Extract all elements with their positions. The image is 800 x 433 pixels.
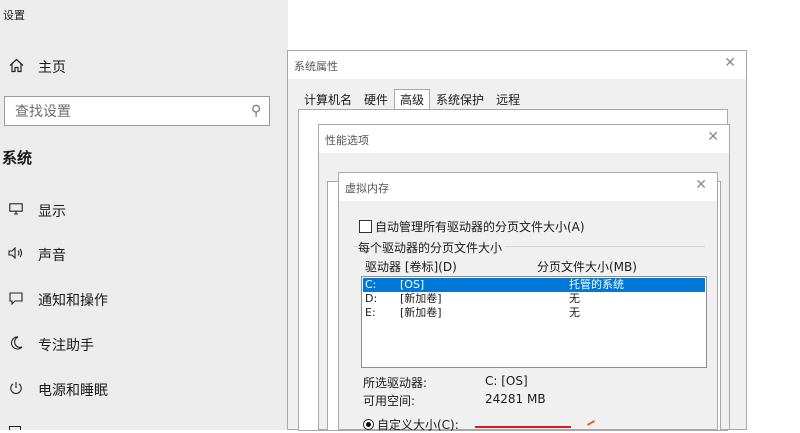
- drive-page-size: 无: [569, 292, 580, 305]
- system-properties-titlebar: 系统属性 ✕: [288, 51, 746, 79]
- custom-size-radio[interactable]: [363, 419, 374, 430]
- home-icon: [6, 58, 26, 77]
- free-space-label: 可用空间:: [363, 394, 416, 408]
- virtual-memory-dialog: 虚拟内存 ✕ 自动管理所有驱动器的分页文件大小(A) 每个驱动器的分页文件大小 …: [338, 172, 718, 433]
- tab-computer-name[interactable]: 计算机名: [298, 89, 358, 111]
- nav-label-sound: 声音: [38, 248, 66, 264]
- selected-drive-label: 所选驱动器:: [363, 376, 428, 390]
- nav-item-focus-assist[interactable]: 专注助手: [6, 335, 94, 355]
- home-label: 主页: [38, 60, 66, 76]
- tab-hardware[interactable]: 硬件: [358, 89, 394, 111]
- system-properties-tabs: 计算机名 硬件 高级 系统保护 远程: [298, 89, 526, 111]
- moon-icon: [6, 336, 26, 354]
- app-title: 设置: [3, 9, 25, 22]
- power-icon: [6, 381, 26, 399]
- search-icon: ⚲: [250, 103, 261, 119]
- selected-drive-value: C: [OS]: [485, 374, 528, 388]
- search-input[interactable]: 查找设置 ⚲: [4, 96, 270, 126]
- drive-letter: E:: [365, 306, 376, 319]
- auto-manage-label: 自动管理所有驱动器的分页文件大小(A): [375, 220, 585, 234]
- drive-column-header: 驱动器 [卷标](D): [365, 260, 457, 274]
- notification-icon: [6, 291, 26, 309]
- drive-volume-label: [新加卷]: [400, 306, 442, 319]
- drive-volume-label: [OS]: [400, 278, 425, 291]
- system-properties-title: 系统属性: [294, 60, 338, 73]
- monitor-icon: [6, 203, 26, 219]
- virtual-memory-close-icon[interactable]: ✕: [695, 177, 707, 193]
- size-column-header: 分页文件大小(MB): [537, 260, 637, 274]
- drive-row-d[interactable]: D: [新加卷] 无: [363, 292, 705, 306]
- nav-item-power[interactable]: 电源和睡眠: [6, 380, 108, 400]
- drive-row-e[interactable]: E: [新加卷] 无: [363, 306, 705, 320]
- custom-size-label: 自定义大小(C):: [377, 418, 459, 432]
- drive-row-c[interactable]: C: [OS] 托管的系统: [363, 278, 705, 292]
- section-title: 系统: [2, 149, 33, 167]
- free-space-value: 24281 MB: [485, 392, 546, 406]
- annotation-arrow-icon: [587, 420, 595, 426]
- system-properties-close-icon[interactable]: ✕: [724, 55, 736, 71]
- drive-page-size: 无: [569, 306, 580, 319]
- nav-item-partial: [6, 420, 38, 430]
- search-placeholder: 查找设置: [15, 104, 71, 120]
- nav-label-focus-assist: 专注助手: [38, 338, 94, 354]
- auto-manage-checkbox-row[interactable]: 自动管理所有驱动器的分页文件大小(A): [359, 218, 585, 235]
- virtual-memory-titlebar: 虚拟内存 ✕: [339, 173, 717, 201]
- tab-remote[interactable]: 远程: [490, 89, 526, 111]
- paging-group-title: 每个驱动器的分页文件大小: [358, 239, 506, 256]
- auto-manage-checkbox[interactable]: [359, 220, 372, 233]
- virtual-memory-title: 虚拟内存: [345, 182, 389, 195]
- nav-item-sound[interactable]: 声音: [6, 245, 66, 265]
- settings-sidebar: 设置 主页 查找设置 ⚲ 系统 显示 声音 通知和操作 专注助手 电源和睡眠: [0, 0, 288, 430]
- nav-label-power: 电源和睡眠: [38, 383, 108, 399]
- drive-letter: C:: [365, 278, 377, 291]
- drive-volume-label: [新加卷]: [400, 292, 442, 305]
- custom-size-radio-row[interactable]: 自定义大小(C):: [363, 416, 459, 433]
- home-nav-item[interactable]: 主页: [6, 57, 66, 77]
- performance-options-titlebar: 性能选项 ✕: [319, 125, 729, 153]
- tab-system-protection[interactable]: 系统保护: [430, 89, 490, 111]
- nav-label-display: 显示: [38, 204, 66, 220]
- nav-item-display[interactable]: 显示: [6, 201, 66, 221]
- performance-options-close-icon[interactable]: ✕: [707, 129, 719, 145]
- tab-advanced[interactable]: 高级: [394, 89, 431, 111]
- drive-letter: D:: [365, 292, 378, 305]
- nav-label-notifications: 通知和操作: [38, 293, 108, 309]
- drive-list[interactable]: C: [OS] 托管的系统 D: [新加卷] 无 E: [新加卷] 无: [361, 276, 707, 368]
- battery-icon: [6, 420, 26, 430]
- performance-options-title: 性能选项: [325, 134, 369, 147]
- nav-item-notifications[interactable]: 通知和操作: [6, 290, 108, 310]
- drive-page-size: 托管的系统: [569, 278, 624, 291]
- speaker-icon: [6, 246, 26, 263]
